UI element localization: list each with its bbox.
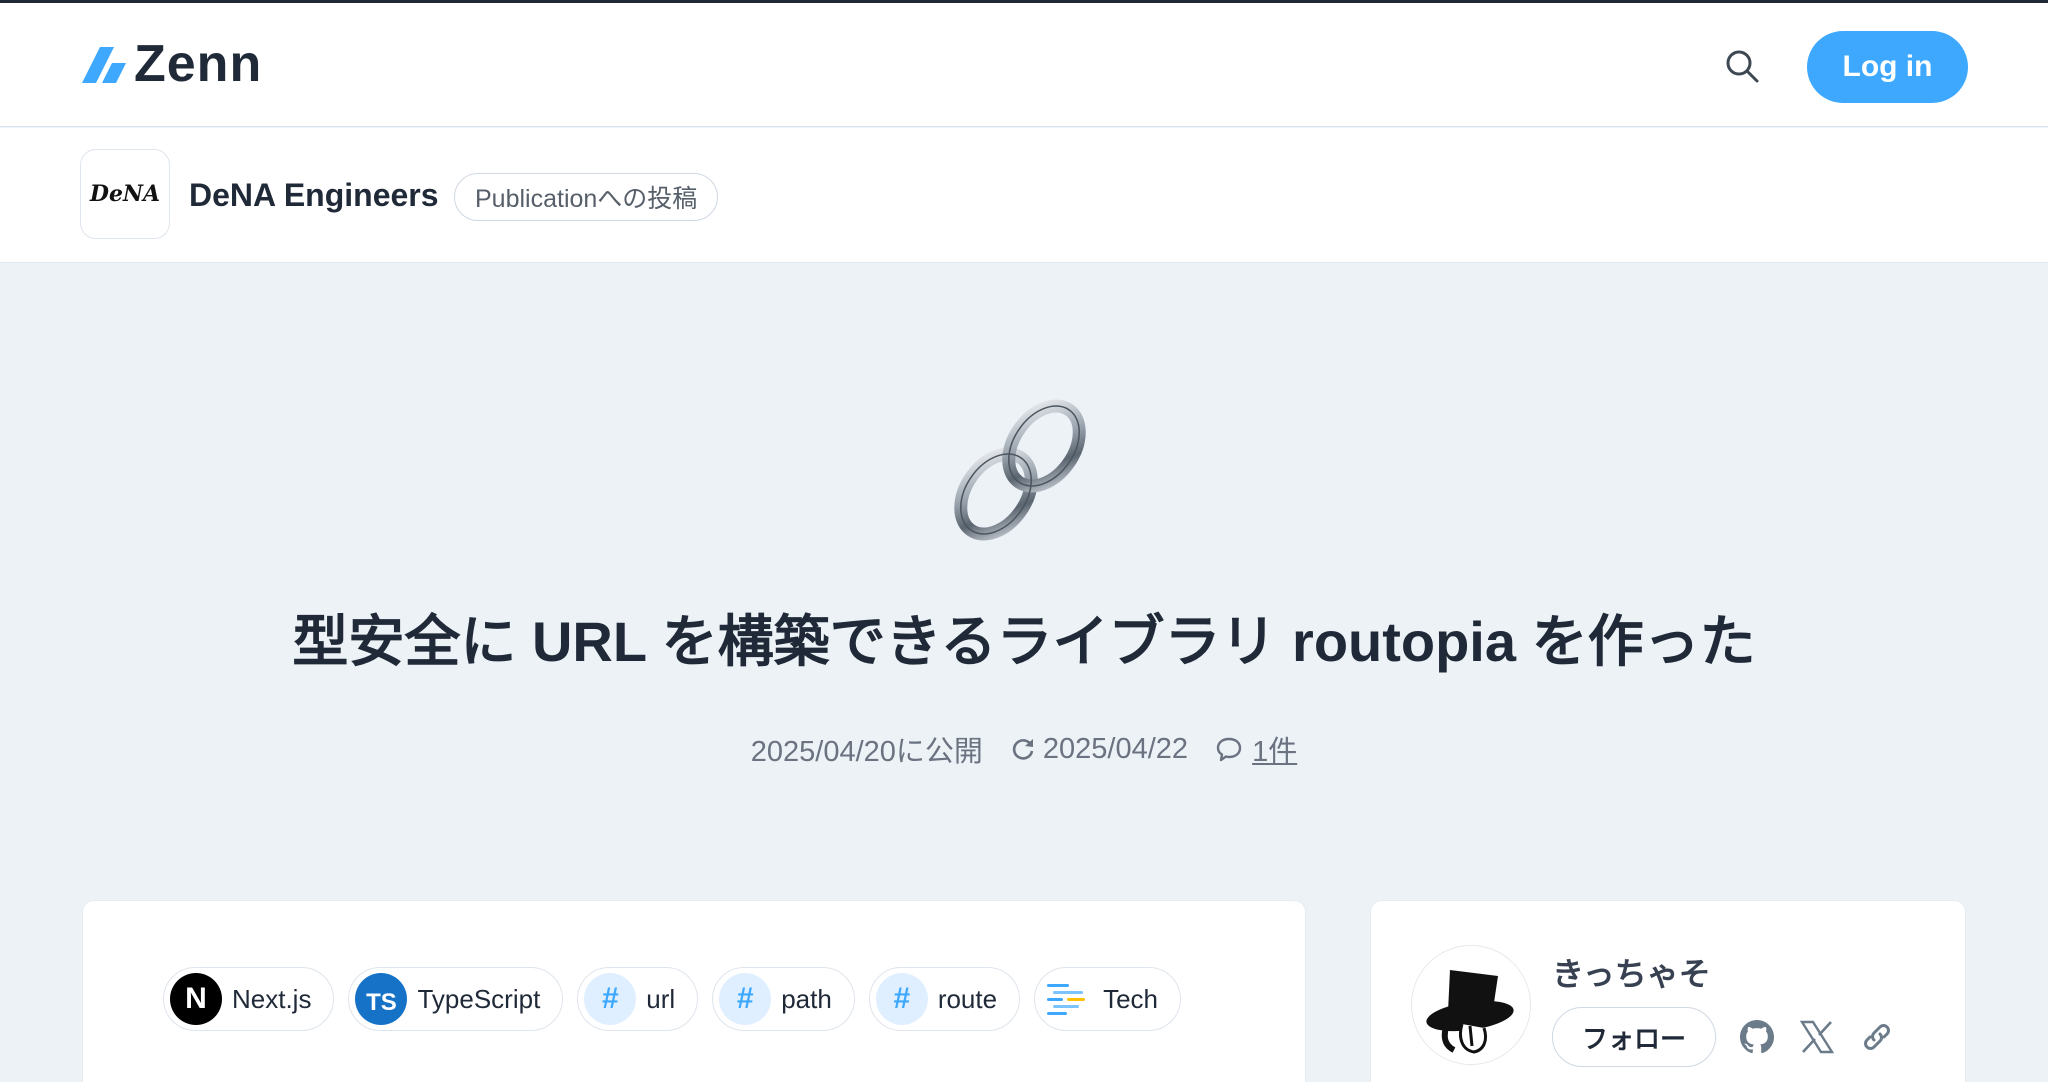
zenn-logo-icon [82,47,126,83]
topic-list: N Next.js TS TypeScript # url # path # r… [163,967,1181,1031]
article-meta: 2025/04/20に公開 2025/04/22 1件 [0,728,2048,770]
article-card: N Next.js TS TypeScript # url # path # r… [82,900,1306,1082]
topic-label: url [646,983,676,1014]
zenn-logo[interactable]: Zenn [80,35,263,93]
publication-logo[interactable]: DeNA [80,149,170,239]
zenn-logo-text: Zenn [134,35,263,93]
x-link[interactable] [1795,1015,1839,1059]
refresh-icon [1012,739,1034,760]
x-icon [1799,1020,1835,1054]
topic-path[interactable]: # path [712,967,855,1031]
comment-icon [1216,737,1242,762]
hash-icon: # [584,973,637,1025]
search-icon [1726,50,1759,83]
top-hat-avatar-icon [1412,946,1530,1064]
publication-bar: DeNA DeNA Engineers Publicationへの投稿 [0,128,2048,263]
author-avatar[interactable] [1411,945,1531,1065]
author-name[interactable]: きっちゃそ [1552,949,1711,995]
publication-post-badge: Publicationへの投稿 [454,173,719,221]
topic-label: Next.js [232,983,312,1014]
site-header: Zenn Log in [0,3,2048,127]
github-link[interactable] [1735,1015,1779,1059]
updated-date: 2025/04/22 [1042,732,1189,765]
website-link[interactable] [1855,1015,1899,1059]
topic-typescript[interactable]: TS TypeScript [348,967,564,1031]
comments-link-group[interactable]: 1件 [1214,728,1297,770]
author-card: きっちゃそ フォロー [1370,900,1966,1082]
publication-name[interactable]: DeNA Engineers [189,175,439,215]
chain-link-icon [954,399,1086,541]
topic-label: route [937,983,998,1014]
github-icon [1740,1020,1774,1054]
link-icon [1864,1024,1890,1050]
topic-url[interactable]: # url [577,967,699,1031]
updated-date-group: 2025/04/22 [1009,733,1188,766]
hash-icon: # [719,973,772,1025]
typescript-icon: TS [355,973,408,1025]
topic-label: Tech [1103,983,1158,1014]
published-date: 2025/04/20に公開 [750,736,983,768]
topic-route[interactable]: # route [868,967,1021,1031]
article-title: 型安全に URL を構築できるライブラリ routopia を作った [292,610,1756,673]
topic-tech[interactable]: Tech [1034,967,1181,1031]
follow-button[interactable]: フォロー [1552,1007,1716,1067]
search-button[interactable] [1722,46,1762,86]
topic-label: path [781,983,832,1014]
nextjs-icon: N [170,973,222,1025]
topic-nextjs[interactable]: N Next.js [163,967,335,1031]
topic-label: TypeScript [417,983,541,1014]
login-button[interactable]: Log in [1807,31,1968,103]
tech-icon [1041,973,1093,1025]
hash-icon: # [875,973,928,1025]
comments-count[interactable]: 1件 [1252,728,1297,770]
